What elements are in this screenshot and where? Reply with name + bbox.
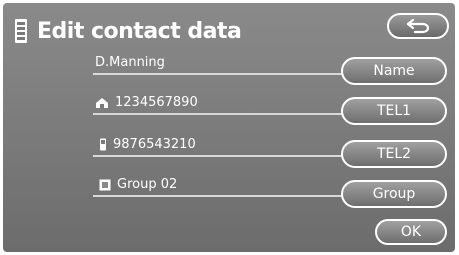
- row-underline: [93, 155, 345, 157]
- page-title: Edit contact data: [37, 18, 242, 44]
- row-underline: [93, 195, 345, 197]
- name-button[interactable]: Name: [341, 57, 447, 85]
- edit-contact-screen: Edit contact data D.Manning Name 1234567…: [3, 3, 455, 252]
- tel2-button[interactable]: TEL2: [341, 140, 447, 168]
- return-arrow-icon: [406, 18, 430, 34]
- tel1-button[interactable]: TEL1: [341, 97, 447, 125]
- group-icon: [99, 179, 111, 190]
- contact-name-value: D.Manning: [95, 55, 165, 70]
- header: Edit contact data: [13, 15, 242, 47]
- group-button[interactable]: Group: [341, 180, 447, 208]
- ok-button[interactable]: OK: [375, 219, 447, 245]
- phone-book-icon: [15, 19, 27, 43]
- group-value: Group 02: [99, 177, 177, 192]
- mobile-phone-icon: [100, 138, 106, 151]
- home-phone-icon: [96, 97, 108, 108]
- row-underline: [93, 73, 345, 75]
- row-underline: [93, 113, 345, 115]
- tel1-value: 1234567890: [95, 95, 198, 110]
- back-button[interactable]: [387, 13, 449, 39]
- tel2-value: 9876543210: [99, 137, 196, 152]
